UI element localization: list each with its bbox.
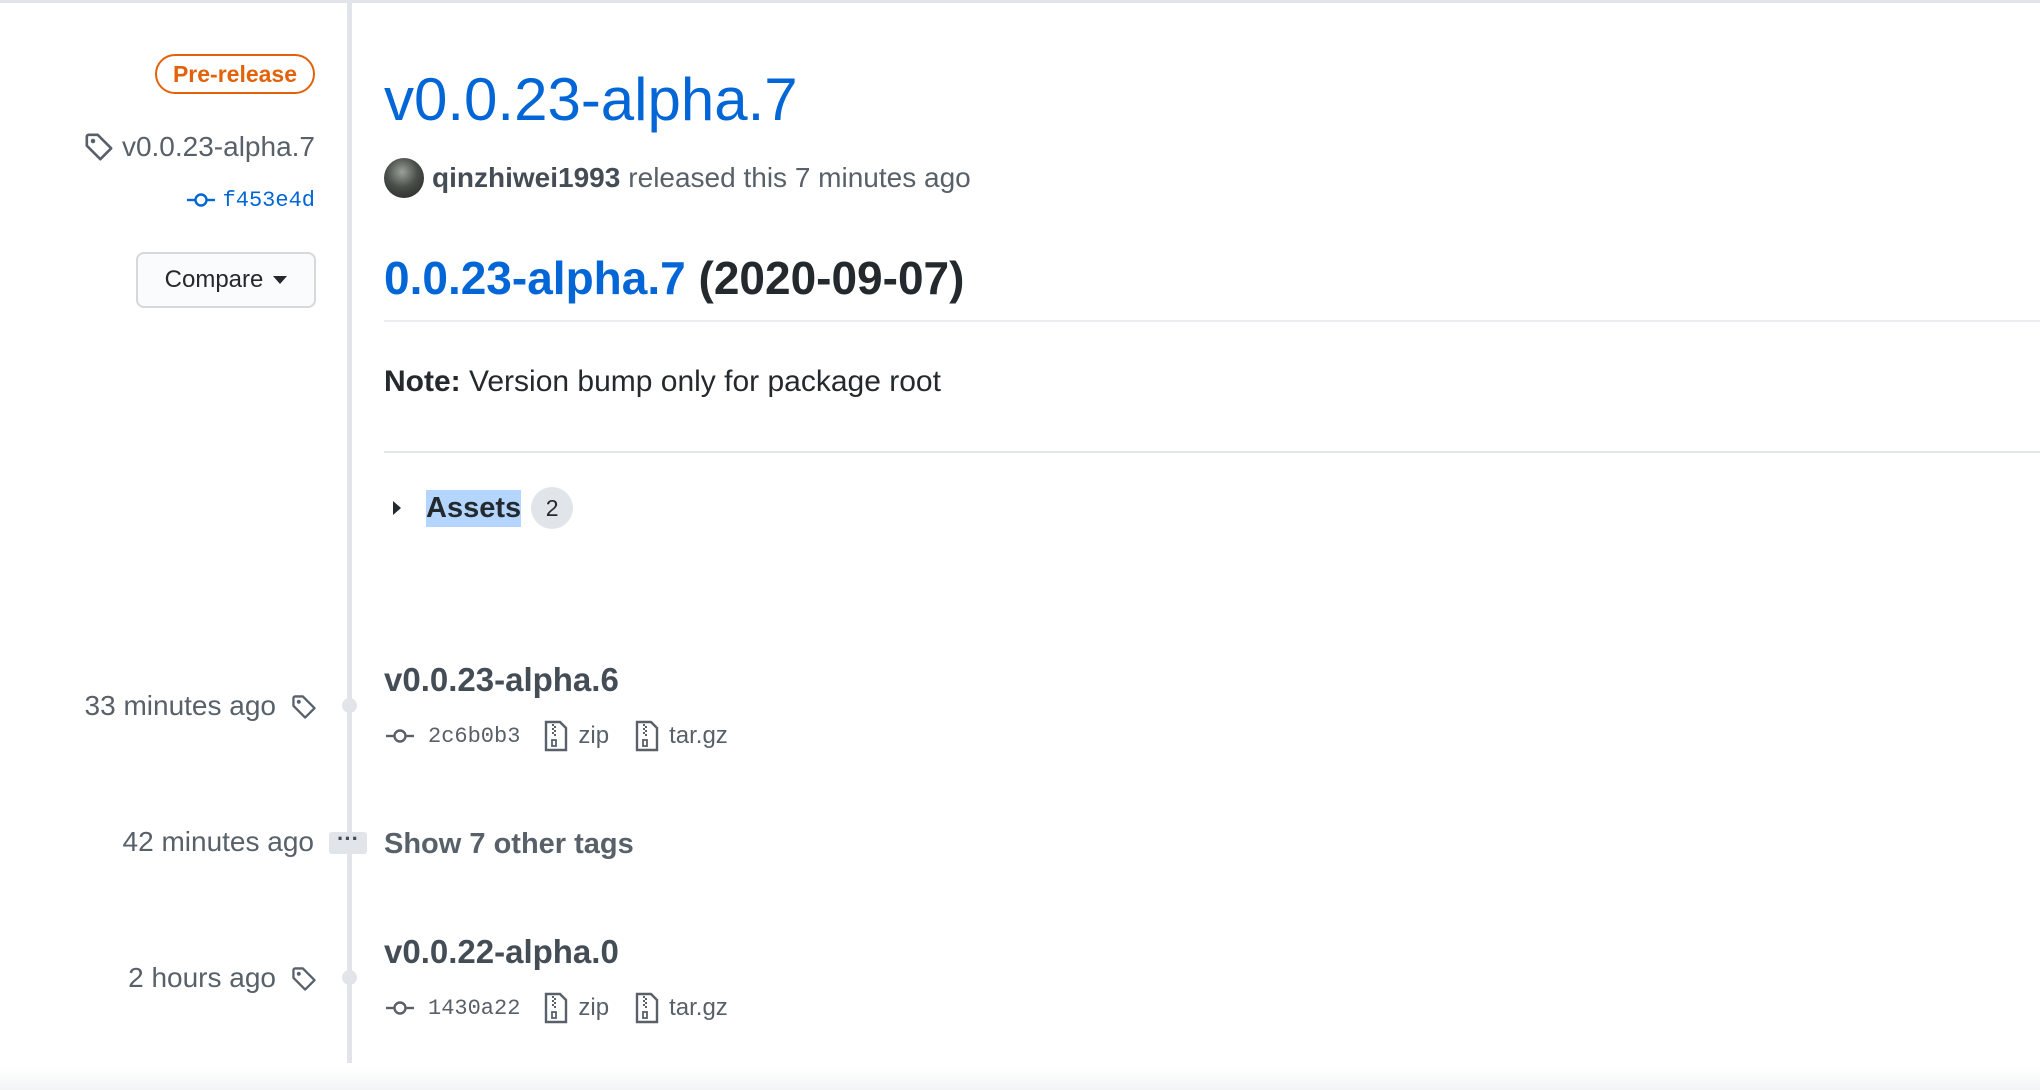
targz-label: tar.gz (669, 722, 728, 749)
release-tag-link[interactable]: v0.0.23-alpha.7 (84, 130, 315, 164)
release-title[interactable]: v0.0.23-alpha.7 (384, 60, 798, 140)
timeline-line (347, 3, 352, 1063)
git-commit-icon (386, 729, 414, 743)
tag-icon (292, 967, 316, 991)
show-other-tags-link[interactable]: Show 7 other tags (384, 826, 634, 862)
compare-button[interactable]: Compare (136, 252, 316, 308)
tag-commit-sha[interactable]: 2c6b0b3 (428, 724, 520, 749)
zip-label: zip (578, 994, 610, 1021)
assets-count-badge: 2 (531, 487, 574, 529)
author-name[interactable]: qinzhiwei1993 (432, 162, 620, 194)
tag-time: 33 minutes ago (84, 690, 276, 721)
tag-icon (85, 133, 113, 161)
timeline-dot (342, 970, 357, 985)
caret-down-icon (273, 276, 288, 284)
note-text: Version bump only for package root (469, 365, 941, 398)
release-author-row: qinzhiwei1993 released this 7 minutes ag… (384, 158, 971, 198)
git-commit-icon (186, 193, 215, 207)
triangle-right-icon (393, 501, 401, 515)
release-commit-sha: f453e4d (222, 187, 315, 213)
assets-toggle[interactable]: Assets 2 (393, 486, 574, 530)
top-divider (0, 0, 2040, 3)
bottom-edge (0, 1068, 2040, 1090)
targz-download-link[interactable]: tar.gz (635, 720, 728, 752)
zip-download-link[interactable]: zip (544, 720, 609, 752)
tag-commit-sha[interactable]: 1430a22 (428, 996, 520, 1021)
note-label: Note: (384, 365, 461, 398)
prerelease-badge: Pre-release (154, 54, 315, 94)
heading-divider (384, 320, 2040, 322)
avatar[interactable] (384, 158, 424, 198)
notes-version-date: (2020-09-07) (698, 252, 965, 304)
assets-label: Assets (426, 489, 522, 527)
zip-label: zip (578, 722, 610, 749)
assets-divider (384, 451, 2040, 453)
release-commit-link[interactable]: f453e4d (186, 186, 315, 214)
tag-icon (292, 695, 316, 719)
git-commit-icon (386, 1001, 414, 1015)
targz-download-link[interactable]: tar.gz (635, 992, 728, 1024)
tag-meta: 1430a22 zip tar.gz (384, 990, 742, 1026)
release-notes-heading: 0.0.23-alpha.7 (2020-09-07) (384, 248, 964, 308)
tag-title[interactable]: v0.0.23-alpha.6 (384, 660, 619, 700)
file-zip-icon (635, 992, 659, 1024)
release-note: Note: Version bump only for package root (384, 362, 941, 402)
zip-download-link[interactable]: zip (544, 992, 609, 1024)
targz-label: tar.gz (669, 994, 728, 1021)
compare-label: Compare (164, 266, 264, 293)
file-zip-icon (635, 720, 659, 752)
tag-meta: 2c6b0b3 zip tar.gz (384, 718, 742, 754)
file-zip-icon (545, 992, 568, 1024)
tag-title[interactable]: v0.0.22-alpha.0 (384, 932, 619, 972)
tag-time: 2 hours ago (128, 962, 276, 993)
release-tag-name: v0.0.23-alpha.7 (121, 131, 315, 162)
file-zip-icon (545, 720, 568, 752)
ellipsis-button[interactable]: ··· (329, 828, 367, 854)
notes-version-link[interactable]: 0.0.23-alpha.7 (384, 252, 686, 304)
released-text: released this 7 minutes ago (628, 162, 971, 193)
timeline-dot (342, 698, 357, 713)
collapsed-time: 42 minutes ago (122, 826, 314, 857)
